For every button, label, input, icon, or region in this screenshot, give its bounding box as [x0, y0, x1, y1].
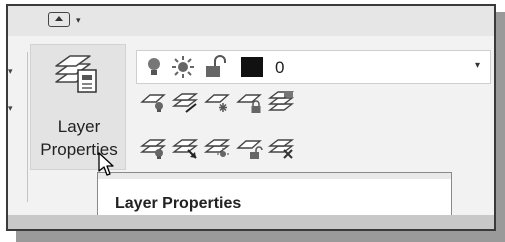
layer-dropdown-arrow[interactable]: ▾: [475, 60, 480, 71]
left-panel-arrow-bottom[interactable]: ▾: [8, 103, 13, 114]
layer-lock-icon[interactable]: [236, 90, 264, 114]
quick-access-toolbar: ▾: [8, 6, 494, 36]
mouse-cursor-icon: [98, 152, 114, 176]
layer-properties-label-line1: Layer: [57, 117, 101, 136]
qat-dropdown-arrow[interactable]: ▾: [76, 15, 81, 26]
layer-off-icon[interactable]: [140, 90, 168, 114]
tooltip-title: Layer Properties: [115, 195, 242, 212]
make-current-icon[interactable]: [172, 90, 200, 114]
layer-properties-icon: [55, 55, 97, 93]
ribbon-window: ▾ ▾ ▾ Layer Properties 0 ▾ Layer Propert…: [6, 4, 496, 231]
layer-dropdown[interactable]: 0 ▾: [136, 50, 491, 84]
sun-thaw-icon: [172, 56, 194, 78]
layer-thaw-icon[interactable]: [204, 136, 232, 160]
layer-on-icon[interactable]: [140, 136, 168, 160]
color-swatch-icon: [241, 57, 263, 77]
left-panel-arrow-top[interactable]: ▾: [8, 66, 13, 77]
match-layer-icon[interactable]: [268, 90, 296, 114]
unlock-icon: [206, 55, 226, 77]
ribbon-toggle-icon[interactable]: [48, 12, 70, 27]
lightbulb-on-icon: [148, 58, 160, 75]
layer-isolate-icon[interactable]: [268, 136, 296, 160]
panel-divider: [27, 52, 28, 202]
layer-freeze-icon[interactable]: [204, 90, 232, 114]
change-to-current-icon[interactable]: [172, 136, 200, 160]
ribbon-bottom-bar: [8, 215, 494, 229]
layer-unlock-icon[interactable]: [236, 136, 264, 160]
current-layer-value: 0: [275, 58, 285, 77]
tooltip-top-bar: [98, 173, 451, 179]
